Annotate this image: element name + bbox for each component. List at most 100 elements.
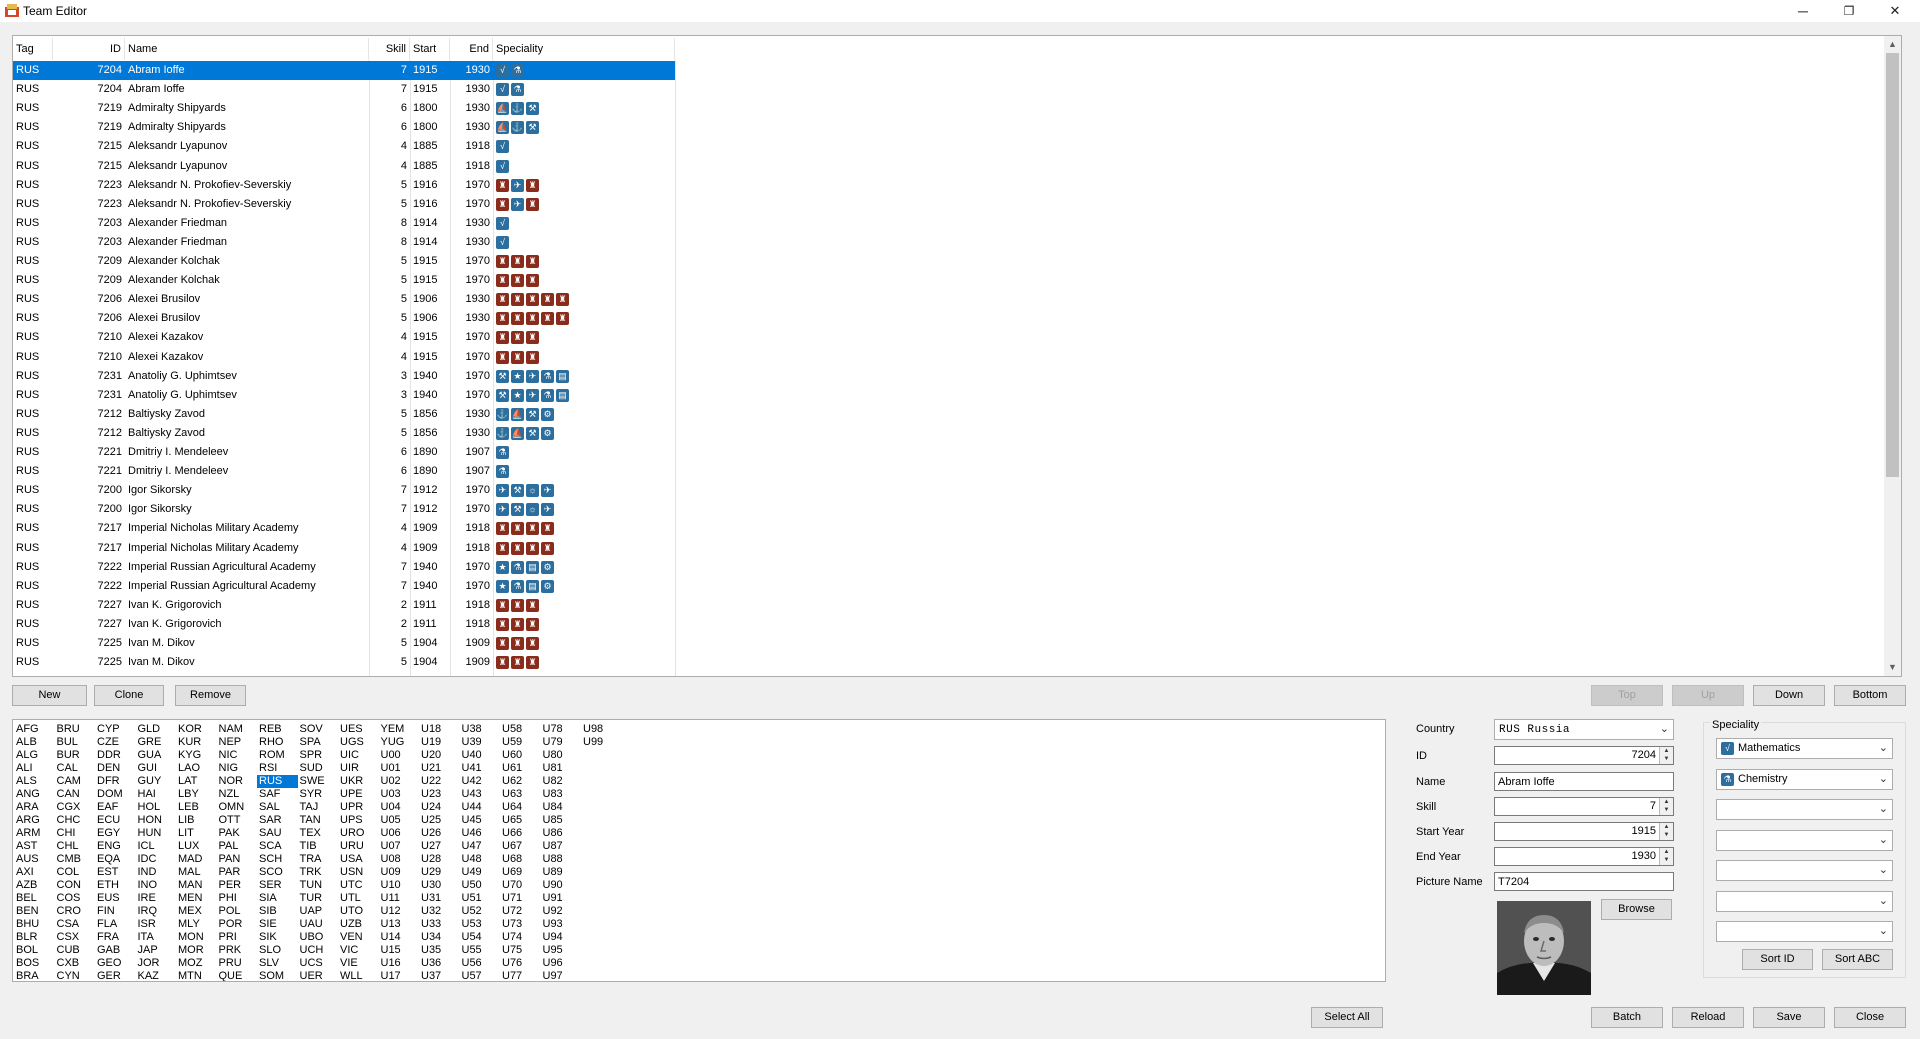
country-item[interactable]: ECU: [95, 814, 136, 827]
country-item[interactable]: U46: [460, 827, 501, 840]
country-item[interactable]: ARG: [14, 814, 55, 827]
country-item[interactable]: RSI: [257, 762, 298, 775]
country-item[interactable]: NIG: [217, 762, 258, 775]
table-row[interactable]: RUS 7223 Aleksandr N. Prokofiev-Severskiy 5…: [13, 176, 675, 195]
country-item[interactable]: U68: [500, 853, 541, 866]
country-item[interactable]: IND: [136, 866, 177, 879]
column-header-name[interactable]: Name: [125, 38, 369, 60]
start-year-stepper[interactable]: 1915 ▲ ▼: [1494, 822, 1674, 841]
table-row[interactable]: RUS 7212 Baltiysky Zavod 5 1856 1930 ⚓ ⛵ ⚒ ⚙: [13, 424, 675, 443]
country-item[interactable]: UBO: [298, 931, 339, 944]
country-item[interactable]: SAU: [257, 827, 298, 840]
column-header-start[interactable]: Start: [410, 38, 450, 60]
country-item[interactable]: PAK: [217, 827, 258, 840]
country-item[interactable]: FLA: [95, 918, 136, 931]
country-item[interactable]: U94: [541, 931, 582, 944]
country-item[interactable]: U26: [419, 827, 460, 840]
country-item[interactable]: UES: [338, 723, 379, 736]
country-item[interactable]: U62: [500, 775, 541, 788]
country-item[interactable]: BUL: [55, 736, 96, 749]
country-item[interactable]: MLY: [176, 918, 217, 931]
country-item[interactable]: UCS: [298, 957, 339, 970]
country-item[interactable]: NZL: [217, 788, 258, 801]
country-item[interactable]: OMN: [217, 801, 258, 814]
country-item[interactable]: SIK: [257, 931, 298, 944]
country-item[interactable]: U75: [500, 944, 541, 957]
country-select[interactable]: RUS Russia ⌄: [1494, 719, 1674, 740]
country-item[interactable]: CXB: [55, 957, 96, 970]
country-item[interactable]: CAL: [55, 762, 96, 775]
country-item[interactable]: U73: [500, 918, 541, 931]
country-item[interactable]: ITA: [136, 931, 177, 944]
country-item[interactable]: U10: [379, 879, 420, 892]
country-item[interactable]: SIE: [257, 918, 298, 931]
country-item[interactable]: CHI: [55, 827, 96, 840]
country-item[interactable]: FRA: [95, 931, 136, 944]
country-item[interactable]: CYP: [95, 723, 136, 736]
country-item[interactable]: UIC: [338, 749, 379, 762]
country-item[interactable]: AFG: [14, 723, 55, 736]
country-item[interactable]: SAF: [257, 788, 298, 801]
country-item[interactable]: PRU: [217, 957, 258, 970]
country-item[interactable]: U90: [541, 879, 582, 892]
country-item[interactable]: CAN: [55, 788, 96, 801]
speciality-select-3[interactable]: ⌄: [1716, 799, 1893, 820]
country-item[interactable]: U18: [419, 723, 460, 736]
table-row[interactable]: RUS 7227 Ivan K. Grigorovich 2 1911 1918 ♜ ♜ ♜: [13, 615, 675, 634]
country-item[interactable]: CON: [55, 879, 96, 892]
country-item[interactable]: KUR: [176, 736, 217, 749]
country-item[interactable]: U85: [541, 814, 582, 827]
country-item[interactable]: U95: [541, 944, 582, 957]
speciality-select-2[interactable]: ⚗ Chemistry ⌄: [1716, 768, 1893, 790]
country-item[interactable]: SCH: [257, 853, 298, 866]
country-item[interactable]: SYR: [298, 788, 339, 801]
country-item[interactable]: LIB: [176, 814, 217, 827]
country-item[interactable]: U28: [419, 853, 460, 866]
country-item[interactable]: U99: [581, 736, 622, 749]
skill-stepper[interactable]: 7 ▲ ▼: [1494, 797, 1674, 816]
country-item[interactable]: U22: [419, 775, 460, 788]
column-header-tag[interactable]: Tag: [13, 38, 53, 60]
country-item[interactable]: U02: [379, 775, 420, 788]
country-item[interactable]: U60: [500, 749, 541, 762]
table-row[interactable]: RUS 7219 Admiralty Shipyards 6 1800 1930 ⛵ ⚓ ⚒: [13, 118, 675, 137]
country-item[interactable]: PAR: [217, 866, 258, 879]
picture-name-input[interactable]: [1494, 872, 1674, 891]
country-item[interactable]: CAM: [55, 775, 96, 788]
country-item[interactable]: U70: [500, 879, 541, 892]
country-item[interactable]: JOR: [136, 957, 177, 970]
country-item[interactable]: UTC: [338, 879, 379, 892]
country-item[interactable]: U04: [379, 801, 420, 814]
country-item[interactable]: GLD: [136, 723, 177, 736]
reload-button[interactable]: Reload: [1672, 1007, 1744, 1028]
country-item[interactable]: ALI: [14, 762, 55, 775]
country-item[interactable]: URU: [338, 840, 379, 853]
country-item[interactable]: MAD: [176, 853, 217, 866]
country-item[interactable]: HUN: [136, 827, 177, 840]
country-item[interactable]: UKR: [338, 775, 379, 788]
country-item[interactable]: MAL: [176, 866, 217, 879]
country-item[interactable]: SOM: [257, 970, 298, 981]
country-item[interactable]: U84: [541, 801, 582, 814]
country-item[interactable]: UZB: [338, 918, 379, 931]
table-row[interactable]: RUS 7210 Alexei Kazakov 4 1915 1970 ♜ ♜ ♜: [13, 348, 675, 367]
save-button[interactable]: Save: [1753, 1007, 1825, 1028]
country-item[interactable]: ISR: [136, 918, 177, 931]
country-item[interactable]: SUD: [298, 762, 339, 775]
country-item[interactable]: LIT: [176, 827, 217, 840]
country-item[interactable]: GUI: [136, 762, 177, 775]
country-item[interactable]: FIN: [95, 905, 136, 918]
country-item[interactable]: CRO: [55, 905, 96, 918]
table-row[interactable]: RUS 7204 Abram Ioffe 7 1915 1930 √ ⚗: [13, 80, 675, 99]
country-item[interactable]: U43: [460, 788, 501, 801]
country-item[interactable]: U45: [460, 814, 501, 827]
scroll-down-arrow-icon[interactable]: ▼: [1884, 659, 1901, 676]
batch-button[interactable]: Batch: [1591, 1007, 1663, 1028]
country-item[interactable]: PRK: [217, 944, 258, 957]
country-item[interactable]: INO: [136, 879, 177, 892]
country-item[interactable]: PHI: [217, 892, 258, 905]
country-item[interactable]: AZB: [14, 879, 55, 892]
table-row[interactable]: RUS 7231 Anatoliy G. Uphimtsev 3 1940 1970 ⚒ ★ ✈…: [13, 367, 675, 386]
table-row[interactable]: RUS 7222 Imperial Russian Agricultural Aca…: [13, 558, 675, 577]
country-item[interactable]: UIR: [338, 762, 379, 775]
